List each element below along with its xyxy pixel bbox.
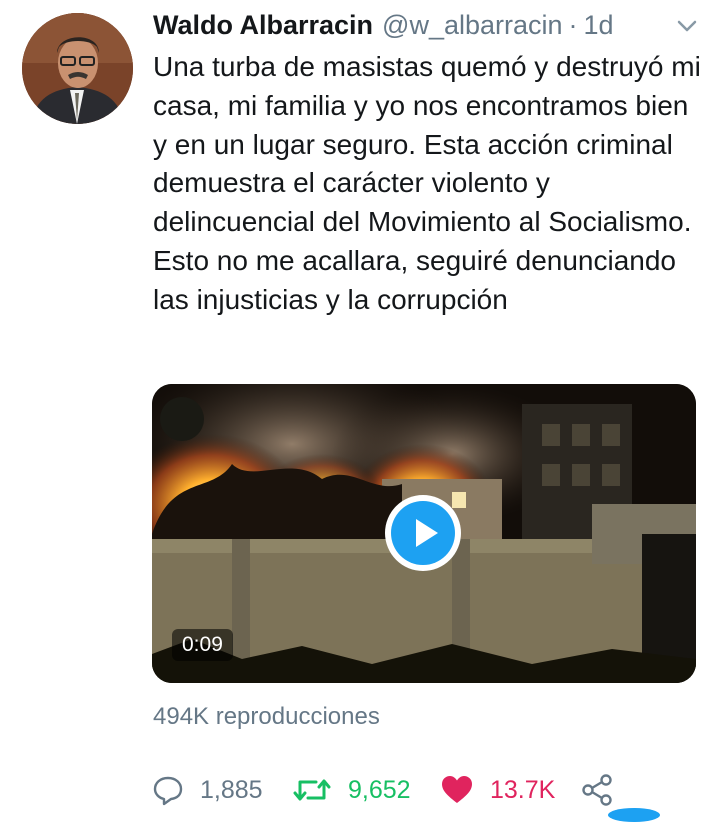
tweet-actions: 1,885 9,652 13.7K [152,768,622,812]
video-duration: 0:09 [172,629,233,661]
tweet-header: Waldo Albarracin @w_albarracin · 1d [153,10,614,44]
retweet-count: 9,652 [348,775,411,804]
tweet-timestamp[interactable]: 1d [584,10,614,41]
retweet-icon [293,779,331,801]
author-name[interactable]: Waldo Albarracin [153,10,373,41]
share-button[interactable] [580,768,614,812]
avatar[interactable] [22,13,133,124]
reply-count: 1,885 [200,775,263,804]
chevron-down-icon [677,20,697,32]
play-icon [416,519,438,547]
tweet-menu-button[interactable] [676,18,698,34]
play-button[interactable] [385,495,461,571]
avatar-image [22,13,133,124]
separator-dot: · [568,10,578,40]
author-handle[interactable]: @w_albarracin [382,10,562,41]
reply-button[interactable]: 1,885 [152,768,263,812]
retweet-button[interactable]: 9,652 [292,768,411,812]
like-count: 13.7K [490,775,556,804]
view-count: 494K reproducciones [153,703,380,730]
reply-icon [153,776,183,806]
like-button[interactable]: 13.7K [440,768,555,812]
tweet-text: Una turba de masistas quemó y destruyó m… [153,51,701,315]
compose-button-edge[interactable] [608,808,660,822]
share-icon [582,774,612,806]
heart-icon [442,776,472,803]
